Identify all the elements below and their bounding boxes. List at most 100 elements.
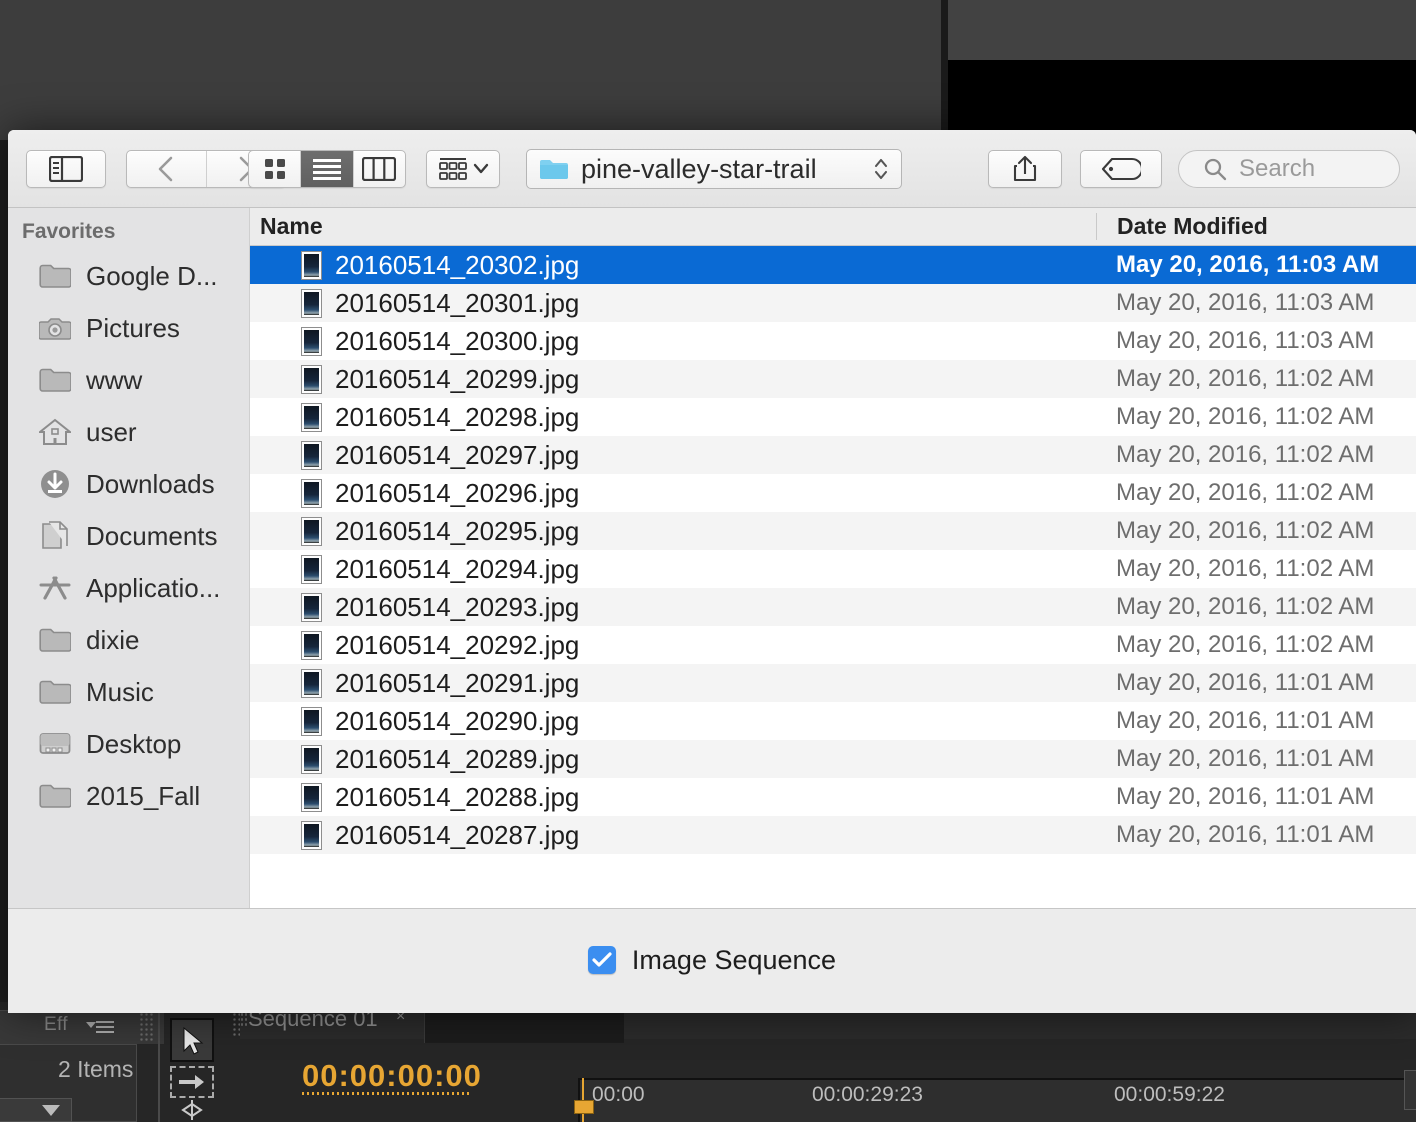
arrange-by-button[interactable]	[426, 150, 500, 188]
table-row[interactable]: 20160514_20301.jpg May 20, 2016, 11:03 AM	[250, 284, 1416, 322]
file-name-label: 20160514_20294.jpg	[335, 553, 580, 584]
table-row[interactable]: 20160514_20295.jpg May 20, 2016, 11:02 AM	[250, 512, 1416, 550]
file-thumbnail-icon	[302, 821, 321, 849]
file-name-label: 20160514_20289.jpg	[335, 743, 580, 774]
ripple-edit-tool-button[interactable]	[170, 1098, 214, 1122]
file-name-cell: 20160514_20298.jpg	[250, 402, 1096, 433]
file-thumbnail-icon	[302, 365, 321, 393]
file-date-modified: May 20, 2016, 11:01 AM	[1116, 669, 1375, 696]
tags-button[interactable]	[1080, 150, 1162, 188]
table-row[interactable]: 20160514_20289.jpg May 20, 2016, 11:01 AM	[250, 740, 1416, 778]
table-row[interactable]: 20160514_20288.jpg May 20, 2016, 11:01 AM	[250, 778, 1416, 816]
tools-divider	[158, 1010, 160, 1122]
view-mode-icon-button[interactable]	[249, 151, 302, 187]
table-row[interactable]: 20160514_20294.jpg May 20, 2016, 11:02 AM	[250, 550, 1416, 588]
playhead-handle[interactable]	[574, 1100, 594, 1114]
file-name-label: 20160514_20300.jpg	[335, 325, 580, 356]
sidebar-item-google-drive[interactable]: Google D...	[8, 250, 249, 302]
file-thumbnail-icon	[302, 441, 321, 469]
bg-monitor-black	[948, 60, 1416, 140]
track-select-tool-button[interactable]	[170, 1066, 214, 1098]
sidebar-item-label: dixie	[86, 624, 140, 655]
sidebar-item-label: Google D...	[86, 260, 218, 291]
ripple-icon	[181, 1100, 203, 1120]
file-name-label: 20160514_20299.jpg	[335, 363, 580, 394]
column-header-date-modified[interactable]: Date Modified	[1096, 213, 1416, 240]
file-name-cell: 20160514_20292.jpg	[250, 630, 1096, 661]
selection-tool-button[interactable]	[170, 1018, 214, 1062]
file-thumbnail-icon	[302, 327, 321, 355]
file-date-modified: May 20, 2016, 11:02 AM	[1116, 441, 1375, 468]
table-row[interactable]: 20160514_20297.jpg May 20, 2016, 11:02 AM	[250, 436, 1416, 474]
panel-menu-icon[interactable]	[86, 1018, 116, 1038]
view-mode-column-button[interactable]	[354, 151, 405, 187]
table-row[interactable]: 20160514_20287.jpg May 20, 2016, 11:01 AM	[250, 816, 1416, 854]
ruler-tick-0: 00:00	[592, 1083, 645, 1106]
file-name-label: 20160514_20291.jpg	[335, 667, 580, 698]
sidebar-section-header: Favorites	[22, 220, 116, 243]
table-row[interactable]: 20160514_20300.jpg May 20, 2016, 11:03 AM	[250, 322, 1416, 360]
timeline-ruler[interactable]	[578, 1078, 1416, 1122]
view-mode-list-button[interactable]	[301, 151, 354, 187]
bg-panel-top-right	[948, 0, 1416, 60]
file-name-label: 20160514_20290.jpg	[335, 705, 580, 736]
file-date-modified: May 20, 2016, 11:02 AM	[1116, 479, 1375, 506]
table-row[interactable]: 20160514_20290.jpg May 20, 2016, 11:01 AM	[250, 702, 1416, 740]
sidebar-item-label: user	[86, 416, 137, 447]
file-name-cell: 20160514_20288.jpg	[250, 782, 1096, 813]
sequence-tab-next[interactable]	[424, 1009, 624, 1043]
share-button[interactable]	[988, 150, 1062, 188]
table-row[interactable]: 20160514_20292.jpg May 20, 2016, 11:02 AM	[250, 626, 1416, 664]
table-row[interactable]: 20160514_20293.jpg May 20, 2016, 11:02 AM	[250, 588, 1416, 626]
file-date-modified: May 20, 2016, 11:01 AM	[1116, 783, 1375, 810]
panel-grip-icon[interactable]	[139, 1012, 153, 1042]
documents-icon	[38, 521, 72, 551]
sidebar-item-www[interactable]: www	[8, 354, 249, 406]
checkmark-icon	[592, 952, 612, 967]
back-button[interactable]	[127, 151, 207, 187]
sidebar-item-user[interactable]: user	[8, 406, 249, 458]
file-name-cell: 20160514_20295.jpg	[250, 516, 1096, 547]
table-row[interactable]: 20160514_20299.jpg May 20, 2016, 11:02 AM	[250, 360, 1416, 398]
search-input[interactable]: Search	[1178, 150, 1400, 188]
image-sequence-checkbox-row[interactable]: Image Sequence	[587, 945, 836, 976]
sidebar-item-music[interactable]: Music	[8, 666, 249, 718]
sidebar-item-2015-fall[interactable]: 2015_Fall	[8, 770, 249, 822]
folder-icon	[38, 261, 72, 291]
sequence-panel-grip-icon[interactable]	[240, 1012, 248, 1026]
sidebar-item-dixie[interactable]: dixie	[8, 614, 249, 666]
table-row[interactable]: 20160514_20291.jpg May 20, 2016, 11:01 AM	[250, 664, 1416, 702]
project-dropdown-button[interactable]	[0, 1098, 72, 1122]
sidebar-item-label: Music	[86, 676, 154, 707]
sidebar-item-pictures[interactable]: Pictures	[8, 302, 249, 354]
chevron-down-icon	[473, 163, 488, 174]
table-row[interactable]: 20160514_20302.jpg May 20, 2016, 11:03 AM	[250, 246, 1416, 284]
path-popup-button[interactable]: pine-valley-star-trail	[526, 149, 902, 189]
effects-panel-label: Eff	[44, 1014, 68, 1035]
file-name-label: 20160514_20296.jpg	[335, 477, 580, 508]
playhead-timecode[interactable]: 00:00:00:00	[302, 1058, 482, 1094]
file-date-modified: May 20, 2016, 11:01 AM	[1116, 821, 1375, 848]
sidebar-toggle-button[interactable]	[26, 150, 106, 188]
image-sequence-checkbox[interactable]	[587, 946, 616, 974]
file-name-cell: 20160514_20302.jpg	[250, 250, 1096, 281]
sidebar-item-label: Pictures	[86, 312, 180, 343]
sidebar-item-downloads[interactable]: Downloads	[8, 458, 249, 510]
file-date-modified: May 20, 2016, 11:01 AM	[1116, 745, 1375, 772]
folder-icon	[540, 159, 568, 179]
column-header-name[interactable]: Name	[250, 213, 1096, 240]
file-name-cell: 20160514_20290.jpg	[250, 706, 1096, 737]
file-name-label: 20160514_20295.jpg	[335, 515, 580, 546]
file-thumbnail-icon	[302, 593, 321, 621]
sidebar-item-applications[interactable]: Applicatio...	[8, 562, 249, 614]
folder-icon	[38, 365, 72, 395]
search-icon	[1204, 158, 1227, 181]
file-thumbnail-icon	[302, 631, 321, 659]
sidebar-item-label: Desktop	[86, 728, 182, 759]
table-row[interactable]: 20160514_20296.jpg May 20, 2016, 11:02 AM	[250, 474, 1416, 512]
sidebar-item-documents[interactable]: Documents	[8, 510, 249, 562]
dialog-body: Favorites Google D... Pictures www user …	[8, 208, 1416, 908]
sidebar-item-desktop[interactable]: Desktop	[8, 718, 249, 770]
table-row[interactable]: 20160514_20298.jpg May 20, 2016, 11:02 AM	[250, 398, 1416, 436]
ruler-tick-2: 00:00:59:22	[1114, 1083, 1225, 1106]
